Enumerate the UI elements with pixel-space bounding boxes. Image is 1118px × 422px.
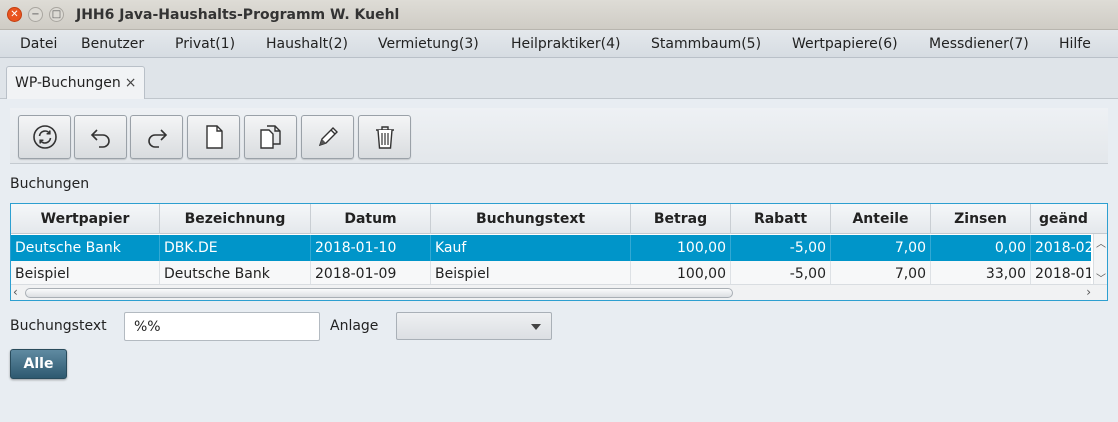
scroll-up-icon[interactable]: ︿ xyxy=(1096,235,1106,250)
buchungstext-input[interactable] xyxy=(124,312,320,341)
undo-icon xyxy=(90,129,110,148)
column-header-zinsen[interactable]: Zinsen xyxy=(931,204,1031,234)
column-header-datum[interactable]: Datum xyxy=(311,204,431,234)
table-header: Wertpapier Bezeichnung Datum Buchungstex… xyxy=(11,204,1107,234)
cell-rabatt: -5,00 xyxy=(731,235,831,261)
menu-messdiener[interactable]: Messdiener(7) xyxy=(929,36,1029,52)
edit-pencil-icon xyxy=(318,127,338,147)
menu-hilfe[interactable]: Hilfe xyxy=(1059,36,1091,52)
close-icon[interactable]: ✕ xyxy=(7,7,22,22)
column-header-wertpapier[interactable]: Wertpapier xyxy=(11,204,160,234)
cell-zinsen: 0,00 xyxy=(931,235,1031,261)
alle-button[interactable]: Alle xyxy=(10,349,67,379)
refresh-button[interactable] xyxy=(18,115,71,159)
menu-wertpapiere[interactable]: Wertpapiere(6) xyxy=(792,36,898,52)
column-header-rabatt[interactable]: Rabatt xyxy=(731,204,831,234)
window-title: JHH6 Java-Haushalts-Programm W. Kuehl xyxy=(76,6,400,23)
tab-close-icon[interactable]: × xyxy=(125,75,137,91)
scrollbar-thumb[interactable] xyxy=(25,288,733,298)
column-header-geaendert[interactable]: geänd xyxy=(1031,204,1107,234)
redo-icon xyxy=(147,129,167,148)
minimize-icon[interactable]: − xyxy=(28,7,43,22)
title-bar: ✕ − □ JHH6 Java-Haushalts-Programm W. Ku… xyxy=(0,0,1118,30)
redo-button[interactable] xyxy=(130,115,183,159)
cell-bezeichnung: DBK.DE xyxy=(160,235,311,261)
cell-datum: 2018-01-10 xyxy=(311,235,431,261)
delete-trash-icon xyxy=(375,126,394,149)
tab-wp-buchungen[interactable]: WP-Buchungen × xyxy=(6,66,145,99)
refresh-icon xyxy=(32,125,57,149)
buchungstext-label: Buchungstext xyxy=(10,318,107,334)
scroll-down-icon[interactable]: ﹀ xyxy=(1096,270,1106,285)
new-button[interactable] xyxy=(187,115,240,159)
scroll-left-icon[interactable]: ‹ xyxy=(13,285,18,300)
menu-benutzer[interactable]: Benutzer xyxy=(81,36,144,52)
buchungen-table: Wertpapier Bezeichnung Datum Buchungstex… xyxy=(10,203,1108,301)
toolbar xyxy=(10,108,1108,164)
tab-bar: WP-Buchungen × xyxy=(0,58,1118,99)
copy-document-icon xyxy=(259,125,281,149)
edit-button[interactable] xyxy=(301,115,354,159)
copy-button[interactable] xyxy=(244,115,297,159)
anlage-select[interactable] xyxy=(396,312,552,340)
anlage-label: Anlage xyxy=(330,318,379,334)
table-row[interactable]: Deutsche Bank DBK.DE 2018-01-10 Kauf 100… xyxy=(11,235,1091,261)
scroll-right-icon[interactable]: › xyxy=(1086,285,1091,300)
undo-button[interactable] xyxy=(74,115,127,159)
menu-privat[interactable]: Privat(1) xyxy=(175,36,235,52)
menu-vermietung[interactable]: Vermietung(3) xyxy=(378,36,479,52)
cell-buchungstext: Kauf xyxy=(431,235,631,261)
cell-geaendert: 2018-02 xyxy=(1035,240,1091,256)
cell-betrag: 100,00 xyxy=(631,235,731,261)
chevron-down-icon xyxy=(531,324,541,330)
menu-bar: Datei Benutzer Privat(1) Haushalt(2) Ver… xyxy=(0,30,1118,58)
menu-stammbaum[interactable]: Stammbaum(5) xyxy=(651,36,761,52)
column-header-buchungstext[interactable]: Buchungstext xyxy=(431,204,631,234)
section-label-buchungen: Buchungen xyxy=(10,176,90,192)
vertical-scrollbar[interactable]: ︿ ﹀ xyxy=(1093,234,1107,286)
menu-haushalt[interactable]: Haushalt(2) xyxy=(266,36,348,52)
column-header-anteile[interactable]: Anteile xyxy=(831,204,931,234)
cell-wertpapier: Deutsche Bank xyxy=(11,235,160,261)
column-header-betrag[interactable]: Betrag xyxy=(631,204,731,234)
tab-label: WP-Buchungen xyxy=(15,75,121,91)
column-header-bezeichnung[interactable]: Bezeichnung xyxy=(160,204,311,234)
menu-datei[interactable]: Datei xyxy=(20,36,57,52)
horizontal-scrollbar[interactable]: ‹ › xyxy=(11,284,1107,300)
menu-heilpraktiker[interactable]: Heilpraktiker(4) xyxy=(511,36,620,52)
maximize-icon[interactable]: □ xyxy=(49,7,64,22)
delete-button[interactable] xyxy=(358,115,411,159)
new-document-icon xyxy=(205,125,223,149)
cell-anteile: 7,00 xyxy=(831,235,931,261)
